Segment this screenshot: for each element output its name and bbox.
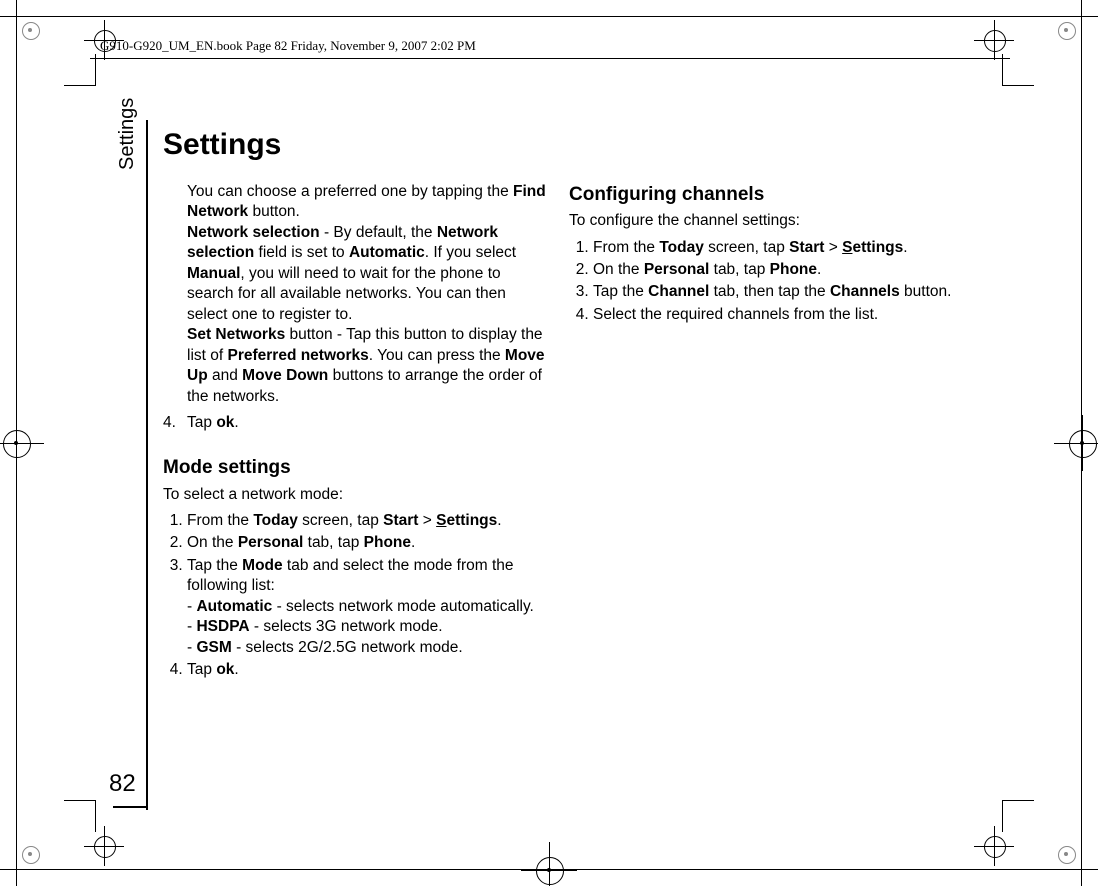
step-list-continued: Tap ok.: [163, 413, 547, 433]
list-item: On the Personal tab, tap Phone.: [187, 533, 547, 553]
list-item: From the Today screen, tap Start > Setti…: [187, 511, 547, 531]
list-item: From the Today screen, tap Start > Setti…: [593, 238, 953, 258]
page-number: 82: [109, 770, 136, 798]
step-4: Tap ok.: [187, 413, 547, 433]
page-title: Settings: [163, 128, 953, 162]
side-rule: [146, 120, 148, 810]
side-rule: [113, 806, 146, 808]
channels-heading: Configuring channels: [569, 182, 953, 207]
mode-step-list: From the Today screen, tap Start > Setti…: [163, 511, 547, 681]
list-item: Tap ok.: [187, 660, 547, 680]
trim-mark-icon: [1002, 800, 1034, 832]
mode-intro: To select a network mode:: [163, 485, 547, 505]
list-item: Select the required channels from the li…: [593, 305, 953, 325]
section-side-label: Settings: [116, 98, 139, 170]
trim-mark-icon: [64, 800, 96, 832]
registration-mark-icon: [1054, 415, 1098, 471]
channels-intro: To configure the channel settings:: [569, 211, 953, 231]
crop-cross-icon: [974, 826, 1014, 866]
crop-cross-icon: [84, 826, 124, 866]
crop-corner-circle: [1058, 22, 1076, 40]
list-item: Tap the Mode tab and select the mode fro…: [187, 556, 547, 658]
intro-paragraphs: You can choose a preferred one by tappin…: [163, 182, 547, 407]
mode-heading: Mode settings: [163, 455, 547, 480]
book-header: G910-G920_UM_EN.book Page 82 Friday, Nov…: [100, 38, 476, 54]
registration-mark-icon: [521, 842, 577, 886]
header-rule: [90, 58, 1010, 59]
channels-step-list: From the Today screen, tap Start > Setti…: [569, 238, 953, 326]
registration-mark-icon: [0, 415, 44, 471]
crop-corner-circle: [1058, 846, 1076, 864]
crop-corner-circle: [22, 846, 40, 864]
crop-corner-circle: [22, 22, 40, 40]
list-item: On the Personal tab, tap Phone.: [593, 260, 953, 280]
list-item: Tap the Channel tab, then tap the Channe…: [593, 282, 953, 302]
